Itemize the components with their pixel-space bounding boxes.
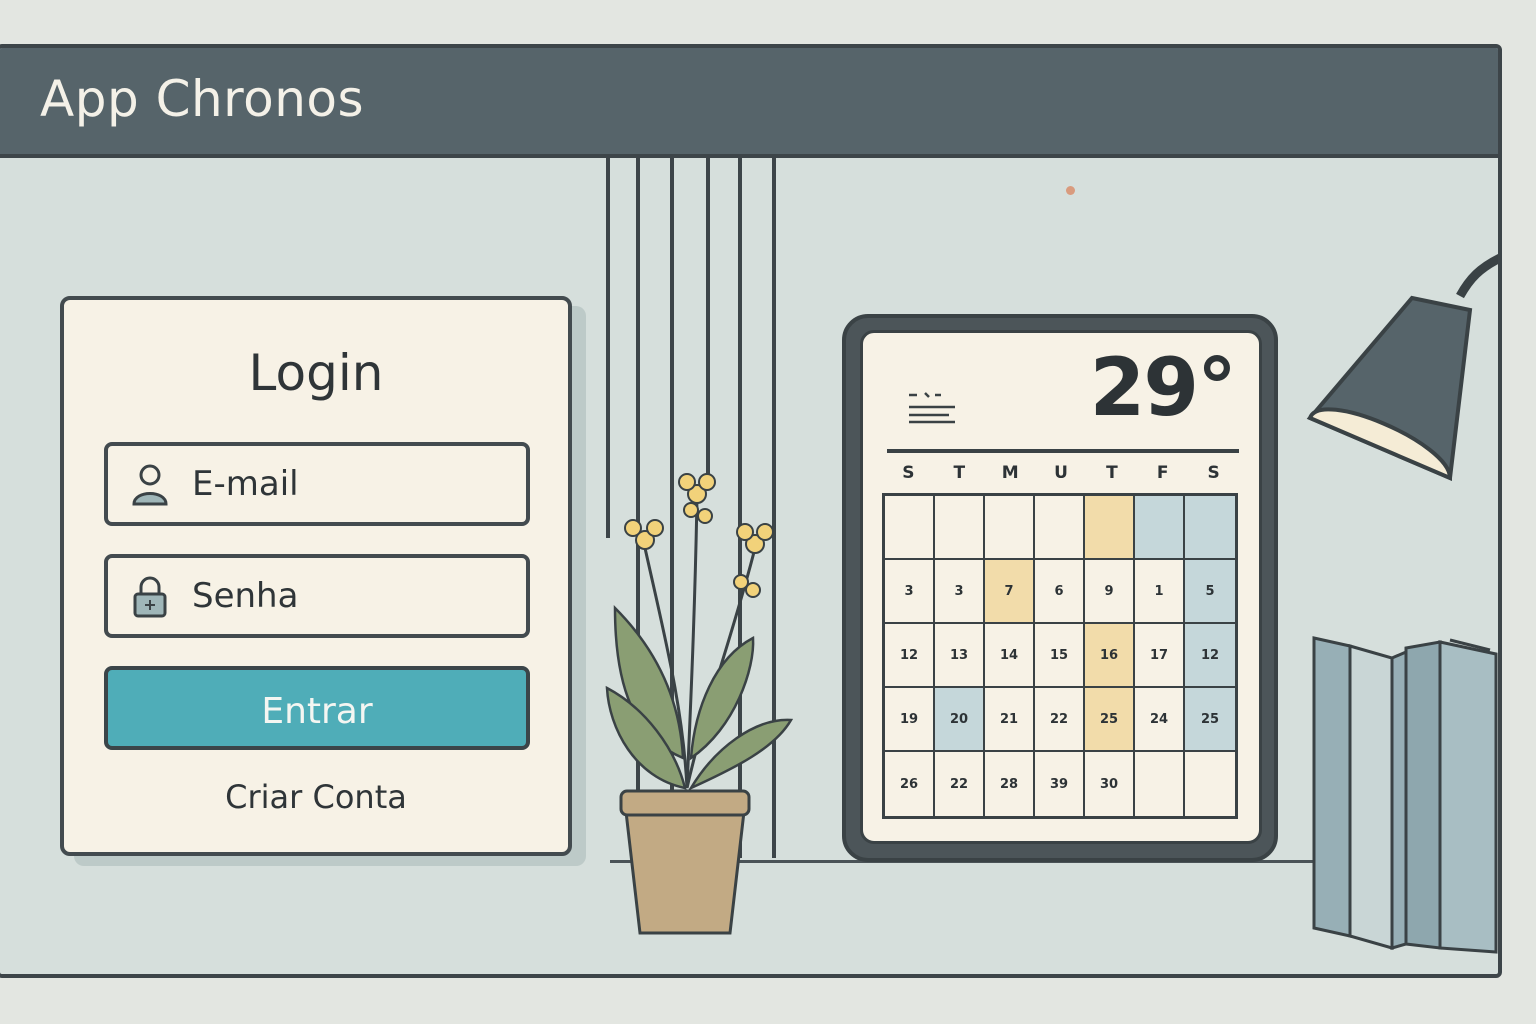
weekday-label: F [1156,463,1169,483]
calendar-screen: 29° S T M U T F S 3 3 7 6 9 1 5 12 13 14 15 16 17 12 1… [860,330,1262,844]
calendar-day-cell[interactable]: 3 [935,560,985,624]
calendar-day-cell[interactable]: 21 [985,688,1035,752]
calendar-day-cell[interactable] [1185,752,1235,816]
calendar-day-cell[interactable]: 3 [885,560,935,624]
user-icon [132,464,168,506]
email-placeholder: E-mail [192,464,299,504]
calendar-day-cell[interactable]: 26 [885,752,935,816]
calendar-day-cell[interactable]: 12 [885,624,935,688]
calendar-day-cell[interactable]: 22 [1035,688,1085,752]
calendar-day-cell[interactable]: 24 [1135,688,1185,752]
lock-icon [133,576,167,618]
calendar-day-cell[interactable]: 9 [1085,560,1135,624]
plant-icon [605,473,794,935]
calendar-day-cell[interactable]: 6 [1035,560,1085,624]
calendar-day-cell[interactable]: 25 [1185,688,1235,752]
title-bar: App Chronos [0,48,1498,158]
weekday-label: S [1207,463,1220,483]
weekday-header: S T M U T F S [883,463,1239,483]
email-field[interactable]: E-mail [104,442,530,526]
wall-dot [1066,186,1075,195]
calendar-day-cell[interactable] [1185,496,1235,560]
weekday-label: T [1106,463,1118,483]
calendar-day-cell[interactable]: 19 [885,688,935,752]
app-title: App Chronos [40,70,365,128]
weekday-label: T [953,463,966,483]
calendar-day-cell[interactable]: 12 [1185,624,1235,688]
calendar-day-cell[interactable]: 17 [1135,624,1185,688]
calendar-separator [887,449,1239,453]
calendar-day-cell[interactable]: 30 [1085,752,1135,816]
calendar-day-cell[interactable] [935,496,985,560]
calendar-day-cell[interactable]: 16 [1085,624,1135,688]
calendar-day-cell[interactable] [885,496,935,560]
calendar-day-cell[interactable]: 20 [935,688,985,752]
app-window: App Chronos Login E-mail Senha Entrar Cr… [0,44,1502,978]
login-card: Login E-mail Senha Entrar Criar Conta [60,296,572,856]
weekday-label: S [902,463,915,483]
calendar-day-cell[interactable]: 39 [1035,752,1085,816]
lamp-icon [1306,253,1498,482]
calendar-day-cell[interactable] [1035,496,1085,560]
calendar-device: 29° S T M U T F S 3 3 7 6 9 1 5 12 13 14 15 16 17 12 1… [842,314,1278,862]
weekday-label: M [1001,463,1019,483]
calendar-day-cell[interactable]: 15 [1035,624,1085,688]
calendar-day-cell[interactable] [1135,496,1185,560]
calendar-day-cell[interactable]: 1 [1135,560,1185,624]
temperature-readout: 29° [1089,341,1237,434]
password-placeholder: Senha [192,576,299,616]
menu-icon [909,392,955,424]
calendar-day-cell[interactable]: 5 [1185,560,1235,624]
create-account-link[interactable]: Criar Conta [64,778,568,816]
password-field[interactable]: Senha [104,554,530,638]
calendar-day-cell[interactable]: 14 [985,624,1035,688]
calendar-day-cell[interactable]: 22 [935,752,985,816]
calendar-day-cell[interactable] [985,496,1035,560]
weekday-label: U [1054,463,1068,483]
books-icon [1312,636,1498,954]
calendar-day-cell[interactable]: 28 [985,752,1035,816]
calendar-day-cell[interactable]: 7 [985,560,1035,624]
calendar-day-cell[interactable]: 13 [935,624,985,688]
login-title: Login [248,344,384,402]
calendar-day-cell[interactable] [1135,752,1185,816]
calendar-day-cell[interactable] [1085,496,1135,560]
login-button[interactable]: Entrar [104,666,530,750]
calendar-day-cell[interactable]: 25 [1085,688,1135,752]
calendar-grid: 3 3 7 6 9 1 5 12 13 14 15 16 17 12 19 20 21 22 25 24 25 26 22 2… [882,493,1238,819]
